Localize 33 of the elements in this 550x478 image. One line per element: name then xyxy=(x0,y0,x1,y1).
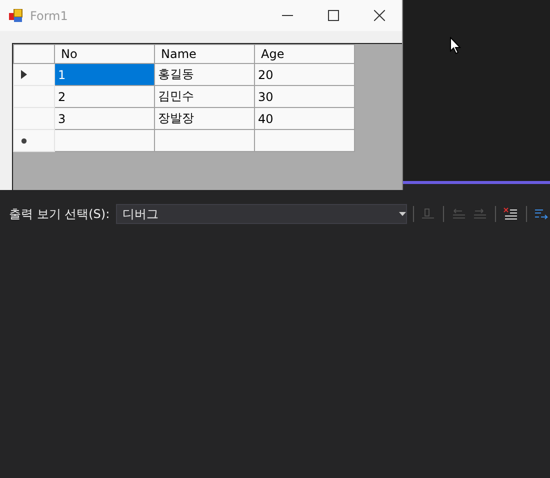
row-header[interactable] xyxy=(14,130,54,152)
table-cell[interactable]: 김민수 xyxy=(154,86,254,108)
dropdown-caret-icon xyxy=(398,212,406,216)
window-title: Form1 xyxy=(30,8,69,22)
row-header[interactable] xyxy=(14,64,54,86)
table-cell[interactable] xyxy=(54,130,154,152)
mouse-cursor-icon xyxy=(450,37,462,55)
table-cell[interactable]: 30 xyxy=(254,86,354,108)
next-message-icon xyxy=(472,207,488,221)
table-cell[interactable]: 40 xyxy=(254,108,354,130)
maximize-icon xyxy=(328,10,338,21)
column-header[interactable]: No xyxy=(54,44,154,64)
new-row-icon xyxy=(21,138,27,144)
clear-all-icon xyxy=(502,207,519,221)
app-icon xyxy=(9,8,23,22)
column-header[interactable]: Name xyxy=(154,44,254,64)
column-header[interactable]: Age xyxy=(254,44,354,64)
table-cell[interactable] xyxy=(254,130,354,152)
table-cell[interactable]: 20 xyxy=(254,64,354,86)
word-wrap-icon xyxy=(533,207,550,221)
table-cell[interactable] xyxy=(154,130,254,152)
output-source-label: 출력 보기 선택(S): xyxy=(9,206,110,222)
table-cell[interactable]: 홍길동 xyxy=(154,64,254,86)
table-cell[interactable]: 장발장 xyxy=(154,108,254,130)
previous-message-icon xyxy=(450,207,467,221)
table-cell[interactable]: 1 xyxy=(54,64,154,86)
table-cell[interactable]: 3 xyxy=(54,108,154,130)
close-icon xyxy=(374,10,384,21)
minimize-icon xyxy=(282,14,292,16)
output-source-dropdown[interactable]: 디버그 xyxy=(116,204,407,224)
current-row-icon xyxy=(21,70,27,79)
go-to-source-icon xyxy=(420,207,436,221)
table-cell[interactable]: 2 xyxy=(54,86,154,108)
